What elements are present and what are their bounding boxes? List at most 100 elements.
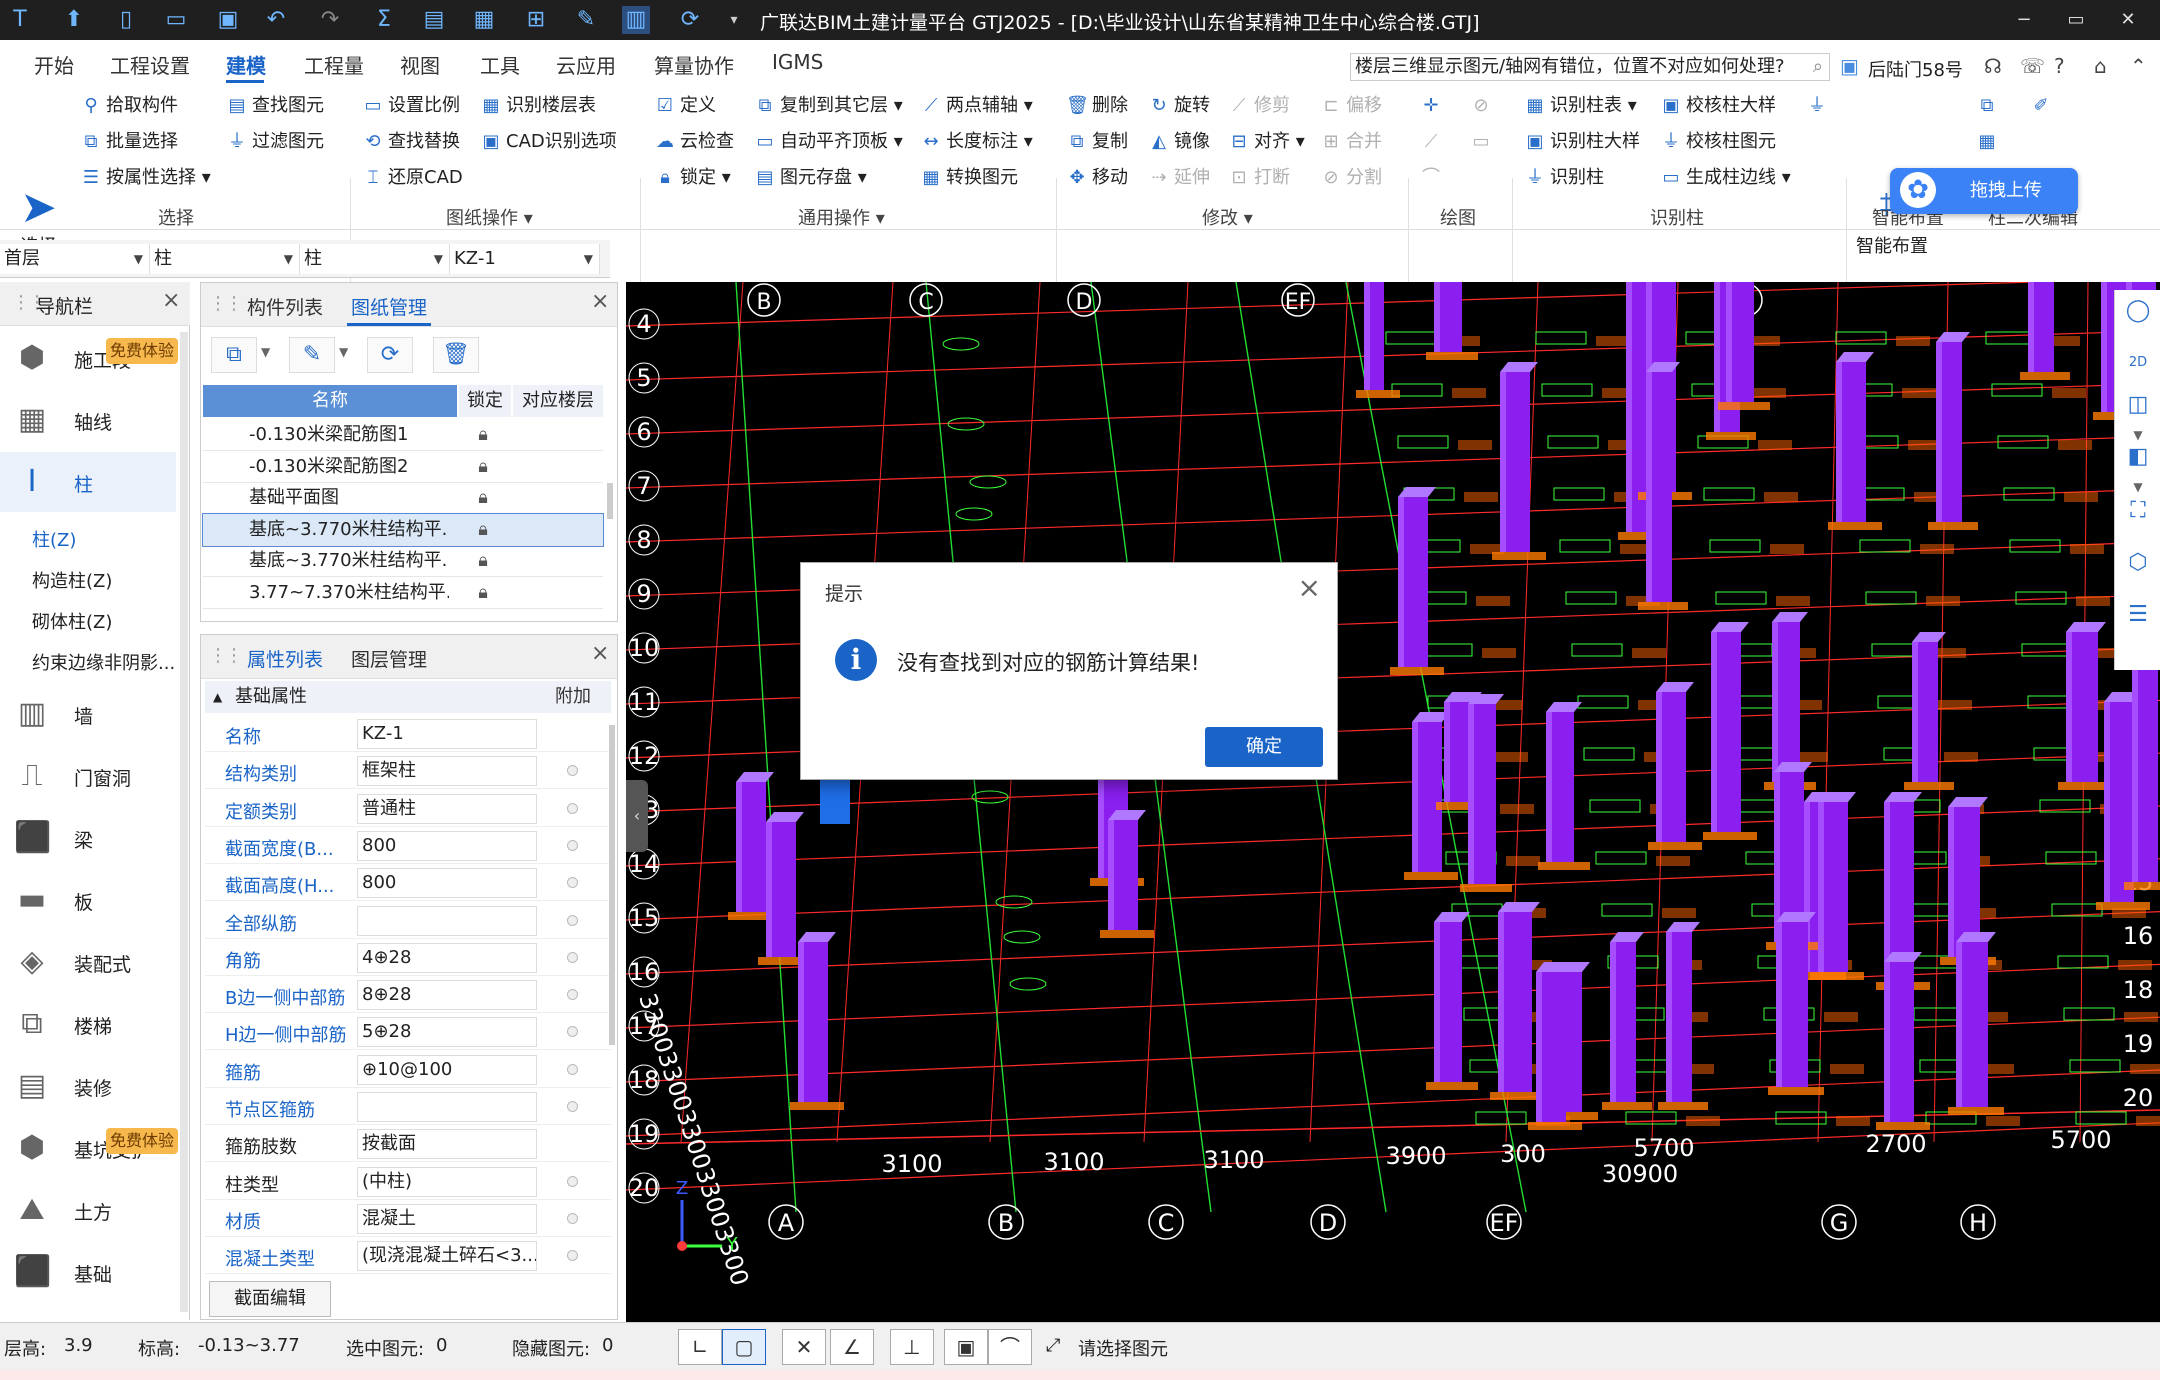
- lock-icon[interactable]: 🔒︎: [471, 545, 495, 577]
- menu-quantity[interactable]: 工程量: [304, 50, 364, 79]
- gen-col-edge-button[interactable]: ▭ 生成柱边线 ▾: [1660, 166, 1790, 190]
- chevron-down-icon[interactable]: ▼: [339, 345, 348, 359]
- property-value[interactable]: 800: [357, 868, 537, 899]
- property-row[interactable]: 混凝土类型 (现浇混凝土碎石<3...: [205, 1237, 611, 1275]
- extra-checkbox[interactable]: [567, 839, 578, 851]
- refresh-drawing-button[interactable]: ⟳: [367, 337, 413, 373]
- save-icon[interactable]: ▣: [214, 6, 242, 34]
- snap-toggle-icon[interactable]: ▢: [722, 1329, 766, 1365]
- nav-subitem-1[interactable]: 构造柱(Z): [32, 567, 112, 593]
- property-value[interactable]: 混凝土: [357, 1203, 537, 1234]
- property-row[interactable]: 结构类别 框架柱: [205, 752, 611, 790]
- drawing-row[interactable]: 基础平面图 🔒︎: [203, 482, 603, 514]
- new-file-icon[interactable]: ⬆: [60, 6, 88, 34]
- property-value[interactable]: 普通柱: [357, 793, 537, 824]
- extra-checkbox[interactable]: [567, 914, 578, 926]
- property-group-header[interactable]: ▲ 基础属性 附加: [205, 681, 611, 713]
- nav-subitem-0[interactable]: 柱(Z): [32, 526, 76, 552]
- split-button[interactable]: ⊘ 分割: [1320, 166, 1382, 190]
- component-select[interactable]: KZ-1 ▼: [450, 244, 600, 274]
- collapse-panel-handle[interactable]: ‹: [626, 780, 648, 852]
- model-icon[interactable]: ▥: [622, 6, 650, 34]
- lock-icon[interactable]: 🔒︎: [471, 577, 495, 609]
- offset-button[interactable]: ⊏ 偏移: [1320, 94, 1382, 118]
- orbit-icon[interactable]: ◯: [2123, 296, 2153, 326]
- merge-button[interactable]: ⊞ 合并: [1320, 130, 1382, 154]
- extend-button[interactable]: ⇢ 延伸: [1148, 166, 1210, 190]
- model-3d-canvas[interactable]: 4567891011121314151617181920131415161819…: [626, 282, 2160, 1322]
- menu-modeling[interactable]: 建模: [226, 50, 266, 79]
- ok-button[interactable]: 确定: [1205, 727, 1323, 767]
- lock-icon[interactable]: 🔒︎: [471, 451, 495, 483]
- minimize-button[interactable]: −: [2002, 4, 2046, 36]
- sync-icon[interactable]: ⟳: [676, 6, 704, 34]
- display-toggle-icon[interactable]: ▣: [944, 1329, 988, 1365]
- nav-item-6[interactable]: ▬ 板: [0, 870, 176, 930]
- delete-button[interactable]: 🗑︎ 删除: [1066, 94, 1128, 118]
- rotate-button[interactable]: ↻ 旋转: [1148, 94, 1210, 118]
- 2d-view-icon[interactable]: 2D: [2123, 348, 2153, 378]
- extra-checkbox[interactable]: [567, 1101, 578, 1112]
- drawing-row[interactable]: -0.130米梁配筋图1 🔒︎: [203, 419, 603, 451]
- list-view-icon[interactable]: ☰: [2123, 600, 2153, 630]
- menu-view[interactable]: 视图: [400, 50, 440, 79]
- menu-start[interactable]: 开始: [34, 50, 74, 79]
- property-row[interactable]: 柱类型 (中柱): [205, 1163, 611, 1200]
- restore-cad-button[interactable]: ⌶ 还原CAD: [362, 166, 463, 190]
- ortho-toggle-icon[interactable]: ∟: [678, 1329, 722, 1365]
- property-value[interactable]: [357, 905, 537, 936]
- angle-toggle-icon[interactable]: ∠: [830, 1329, 874, 1365]
- property-value[interactable]: (中柱): [357, 1166, 537, 1197]
- copy-button[interactable]: ⧉ 复制: [1066, 130, 1128, 154]
- extra-checkbox[interactable]: [567, 877, 578, 889]
- identify-floor-table-button[interactable]: ▦ 识别楼层表: [480, 94, 596, 118]
- offset-toggle-icon[interactable]: ⊥: [890, 1329, 934, 1365]
- lock-icon[interactable]: 🔒︎: [471, 419, 495, 451]
- extra-checkbox[interactable]: [567, 1212, 578, 1224]
- tab-drawing-manager[interactable]: 图纸管理: [351, 293, 427, 320]
- curve-toggle-icon[interactable]: ⌒: [988, 1329, 1032, 1365]
- two-point-axis-button[interactable]: ⟋ 两点辅轴 ▾: [920, 94, 1033, 118]
- tab-layer-manager[interactable]: 图层管理: [351, 645, 427, 672]
- restore-button[interactable]: ▭: [2054, 4, 2098, 36]
- menu-collab[interactable]: 算量协作: [654, 50, 734, 79]
- find-element-button[interactable]: ▤ 查找图元: [226, 94, 324, 118]
- expand-icon[interactable]: ⤢: [1046, 1335, 1060, 1356]
- identify-col-button[interactable]: ⏚ 识别柱: [1524, 166, 1604, 190]
- convert-element-button[interactable]: ▦ 转换图元: [920, 166, 1018, 190]
- lock-icon[interactable]: 🔒︎: [471, 514, 495, 546]
- nav-item-4[interactable]: ⎍ 门窗洞: [0, 746, 176, 806]
- rect-draw-button[interactable]: ▭: [1470, 130, 1496, 154]
- break-button[interactable]: ⊡ 打断: [1228, 166, 1290, 190]
- define-button[interactable]: ☑ 定义: [654, 94, 716, 118]
- second-edit-b-button[interactable]: ✐: [2030, 94, 2056, 118]
- extra-checkbox[interactable]: [567, 989, 578, 1001]
- report-icon[interactable]: ▤: [420, 6, 448, 34]
- menu-project-settings[interactable]: 工程设置: [110, 50, 190, 79]
- close-icon[interactable]: ×: [591, 641, 609, 666]
- user-avatar-icon[interactable]: ▣: [1840, 54, 1859, 78]
- property-row[interactable]: 截面高度(H... 800: [205, 864, 611, 902]
- edit-drawing-button[interactable]: ✎: [289, 337, 335, 373]
- drawing-row[interactable]: -0.130米梁配筋图2 🔒︎: [203, 451, 603, 483]
- mirror-button[interactable]: ◭ 镜像: [1148, 130, 1210, 154]
- quick-access-dropdown-icon[interactable]: ▾: [720, 6, 748, 34]
- property-row[interactable]: 角筋 4⊕28: [205, 939, 611, 976]
- menu-cloud[interactable]: 云应用: [556, 50, 616, 79]
- property-value[interactable]: 按截面: [357, 1129, 537, 1160]
- subtype-select[interactable]: 柱 ▼: [300, 244, 450, 274]
- cross-toggle-icon[interactable]: ✕: [782, 1329, 826, 1365]
- table-icon[interactable]: ▦: [470, 6, 498, 34]
- nav-item-7[interactable]: ◈ 装配式: [0, 932, 176, 992]
- drawing-row[interactable]: 基底~3.770米柱结构平... 🔒︎: [202, 512, 604, 547]
- extra-checkbox[interactable]: [567, 1026, 578, 1038]
- search-icon[interactable]: ⌕: [1813, 54, 1823, 80]
- drawing-row[interactable]: 基底~3.770米柱结构平... 🔒︎: [203, 545, 603, 577]
- property-row[interactable]: 名称 KZ-1: [205, 715, 611, 752]
- filter-element-button[interactable]: ⏚ 过滤图元: [226, 130, 324, 154]
- point-draw-button[interactable]: ✛: [1420, 94, 1446, 118]
- draw-icon[interactable]: ✎: [572, 6, 600, 34]
- collapse-icon[interactable]: ▲: [213, 681, 222, 713]
- select-by-attr-button[interactable]: ☰ 按属性选择 ▾: [80, 166, 211, 190]
- property-value[interactable]: 4⊕28: [357, 942, 537, 973]
